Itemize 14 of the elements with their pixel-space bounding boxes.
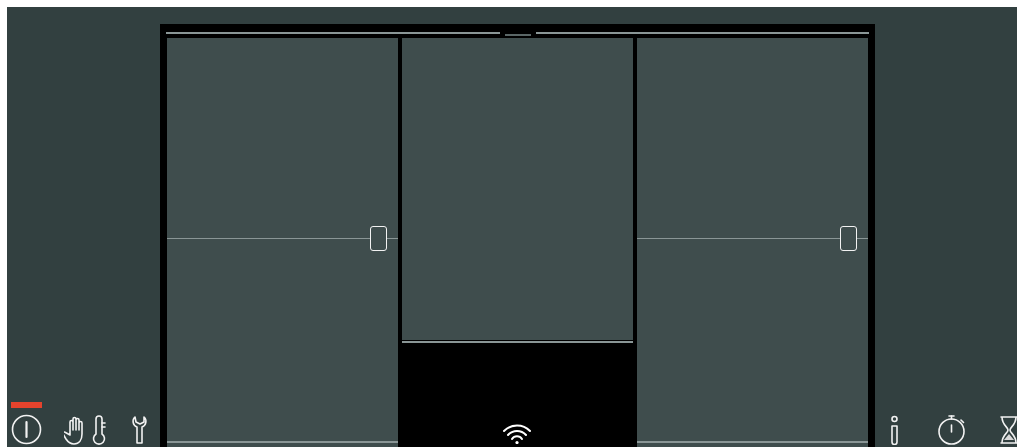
thermometer-icon	[90, 415, 108, 445]
handle-icon	[369, 226, 387, 251]
power-icon	[11, 414, 42, 445]
wrench-icon	[131, 415, 148, 445]
handle-icon	[839, 226, 857, 251]
info-icon	[889, 415, 900, 445]
thermometer-button[interactable]	[90, 415, 108, 447]
wrench-button[interactable]	[131, 415, 148, 447]
stopwatch-button[interactable]	[937, 414, 968, 447]
power-button[interactable]	[11, 414, 42, 447]
hourglass-icon	[1000, 415, 1017, 445]
stopwatch-icon	[937, 414, 968, 445]
info-button[interactable]	[889, 415, 900, 447]
hourglass-button[interactable]	[1000, 415, 1017, 447]
